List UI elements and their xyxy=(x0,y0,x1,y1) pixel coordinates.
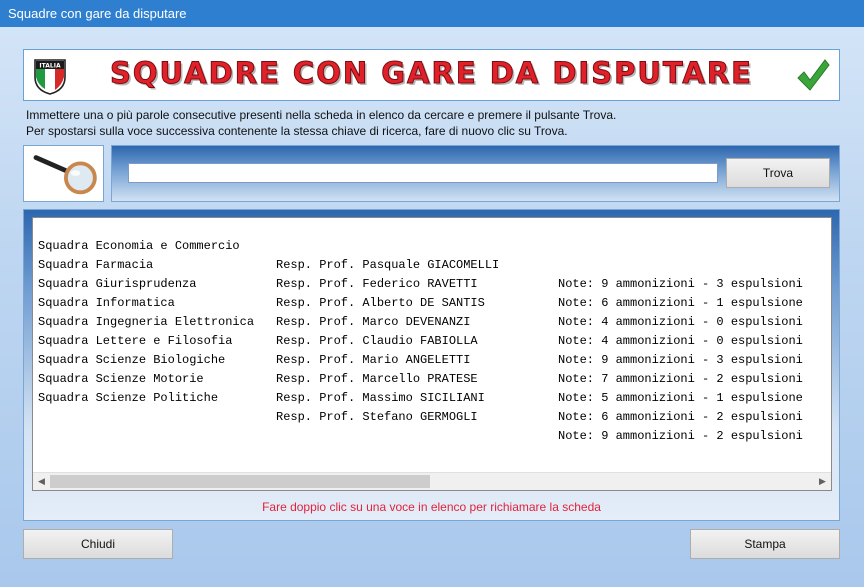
list-item[interactable]: Squadra Ingegneria Elettronica Resp. Pro… xyxy=(38,294,803,367)
list-hint: Fare doppio clic su una voce in elenco p… xyxy=(262,500,601,514)
list-item[interactable]: Squadra Scienze Politiche Resp. Prof. St… xyxy=(38,370,803,443)
team-notes: Note: 7 ammonizioni - 2 espulsioni xyxy=(558,372,803,386)
list-item[interactable]: Squadra Informatica Resp. Prof. Marco DE… xyxy=(38,275,803,348)
checkmark-icon xyxy=(797,59,830,91)
team-notes: Note: 5 ammonizioni - 1 espulsione xyxy=(558,391,803,405)
team-notes: Note: 6 ammonizioni - 1 espulsione xyxy=(558,296,803,310)
list-panel: Squadra Economia e Commercio Resp. Prof.… xyxy=(23,209,840,521)
scrollbar-thumb[interactable] xyxy=(50,475,430,488)
team-notes: Note: 6 ammonizioni - 2 espulsioni xyxy=(558,410,803,424)
stampa-button[interactable]: Stampa xyxy=(690,529,840,559)
team-manager: Resp. Prof. Mario ANGELETTI xyxy=(276,353,471,367)
horizontal-scrollbar[interactable]: ◀ ▶ xyxy=(33,472,831,490)
list-item[interactable]: Squadra Farmacia Resp. Prof. Federico RA… xyxy=(38,237,803,310)
search-input[interactable] xyxy=(128,163,718,183)
search-panel: Trova xyxy=(111,145,840,202)
banner: ITALIA SQUADRE CON GARE DA DISPUTARE xyxy=(23,49,840,101)
team-manager: Resp. Prof. Marco DEVENANZI xyxy=(276,315,471,329)
list-item[interactable]: Squadra Economia e Commercio Resp. Prof.… xyxy=(38,218,803,291)
arrow-right-icon[interactable]: ▶ xyxy=(814,473,831,490)
list-item[interactable]: Squadra Lettere e Filosofia Resp. Prof. … xyxy=(38,313,803,386)
team-manager: Resp. Prof. Claudio FABIOLLA xyxy=(276,334,478,348)
magnifier-icon xyxy=(33,155,97,195)
team-notes: Note: 9 ammonizioni - 2 espulsioni xyxy=(558,429,803,443)
list-item[interactable]: Squadra Giurisprudenza Resp. Prof. Alber… xyxy=(38,256,803,329)
instruction-line-1: Immettere una o più parole consecutive p… xyxy=(26,108,617,122)
team-manager: Resp. Prof. Pasquale GIACOMELLI xyxy=(276,258,500,272)
team-name: Squadra Scienze Politiche xyxy=(38,391,219,405)
list-item[interactable]: Squadra Scienze Biologiche Resp. Prof. M… xyxy=(38,332,803,405)
team-notes: Note: 4 ammonizioni - 0 espulsioni xyxy=(558,315,803,329)
window-title: Squadre con gare da disputare xyxy=(8,6,187,21)
team-notes: Note: 4 ammonizioni - 0 espulsioni xyxy=(558,334,803,348)
arrow-left-icon[interactable]: ◀ xyxy=(33,473,50,490)
banner-title: SQUADRE CON GARE DA DISPUTARE xyxy=(109,56,753,91)
team-notes: Note: 9 ammonizioni - 3 espulsioni xyxy=(558,277,803,291)
window-titlebar: Squadre con gare da disputare xyxy=(0,0,864,27)
trova-button[interactable]: Trova xyxy=(726,158,830,188)
team-manager: Resp. Prof. Massimo SICILIANI xyxy=(276,391,485,405)
team-manager: Resp. Prof. Alberto DE SANTIS xyxy=(276,296,485,310)
instruction-line-2: Per spostarsi sulla voce successiva cont… xyxy=(26,124,568,138)
team-manager: Resp. Prof. Marcello PRATESE xyxy=(276,372,478,386)
magnifier-box xyxy=(23,145,104,202)
team-manager: Resp. Prof. Federico RAVETTI xyxy=(276,277,478,291)
team-manager: Resp. Prof. Stefano GERMOGLI xyxy=(276,410,478,424)
team-notes: Note: 9 ammonizioni - 3 espulsioni xyxy=(558,353,803,367)
team-list[interactable]: Squadra Economia e Commercio Resp. Prof.… xyxy=(32,217,832,491)
list-item[interactable]: Squadra Scienze Motorie Resp. Prof. Mass… xyxy=(38,351,803,424)
chiudi-button[interactable]: Chiudi xyxy=(23,529,173,559)
